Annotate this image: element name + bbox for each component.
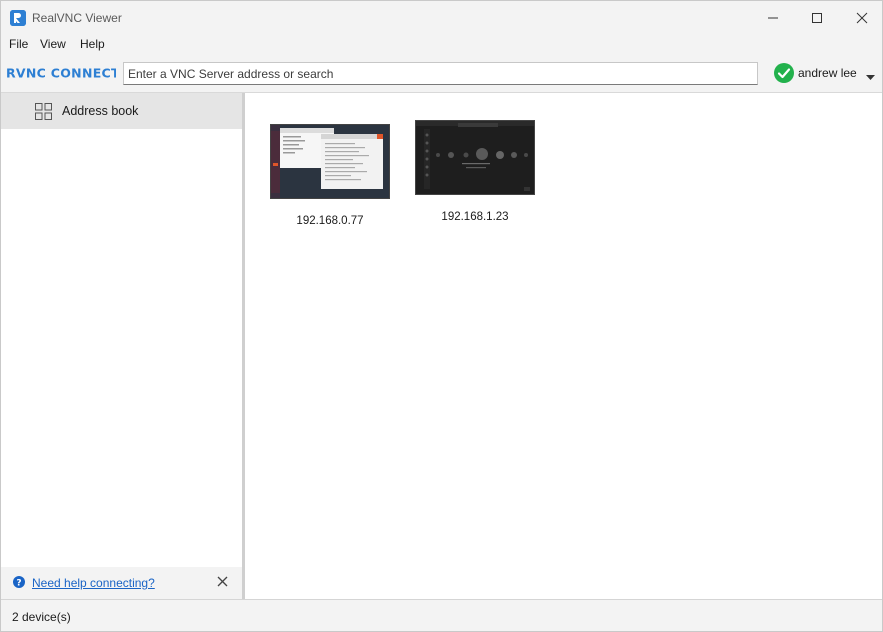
- help-connecting-link[interactable]: Need help connecting?: [32, 576, 155, 590]
- maximize-button[interactable]: [794, 1, 840, 34]
- realvnc-app-icon: [10, 10, 26, 26]
- app-window: RealVNC Viewer File View Help RVNC CONNE…: [0, 0, 883, 632]
- device-tile[interactable]: 192.168.1.23: [415, 120, 535, 223]
- grid-icon: [35, 103, 52, 123]
- menu-file[interactable]: File: [9, 37, 28, 51]
- menu-bar: File View Help: [1, 34, 882, 53]
- minimize-icon: [768, 17, 778, 18]
- sidebar: Address book ? Need help connecting?: [1, 93, 242, 599]
- window-title: RealVNC Viewer: [32, 11, 122, 25]
- toolbar: RVNC CONNECT andrew lee: [1, 53, 882, 93]
- sidebar-item-address-book[interactable]: Address book: [1, 93, 242, 129]
- close-icon: [217, 576, 228, 587]
- sidebar-item-label: Address book: [62, 104, 139, 118]
- menu-view[interactable]: View: [40, 37, 66, 51]
- status-bar: 2 device(s): [1, 599, 882, 631]
- user-name[interactable]: andrew lee: [798, 66, 857, 80]
- close-window-button[interactable]: [839, 1, 883, 34]
- device-tile[interactable]: 192.168.0.77: [270, 124, 390, 227]
- device-thumbnail: [415, 120, 535, 195]
- svg-text:?: ?: [16, 579, 21, 589]
- minimize-button[interactable]: [750, 1, 796, 34]
- rvnc-connect-logo: RVNC CONNECT: [6, 66, 120, 83]
- close-icon: [856, 12, 868, 23]
- title-bar: RealVNC Viewer: [1, 1, 882, 34]
- device-thumbnail: [270, 124, 390, 199]
- device-count: 2 device(s): [12, 610, 71, 624]
- device-grid: 192.168.0.77 192.168.1.23: [245, 93, 882, 599]
- question-icon: ?: [13, 576, 25, 591]
- maximize-icon: [812, 12, 822, 23]
- device-label: 192.168.0.77: [296, 215, 364, 227]
- search-input[interactable]: [123, 62, 758, 85]
- help-bar: ? Need help connecting?: [1, 567, 242, 599]
- signed-in-check-icon: [774, 63, 794, 86]
- close-help-button[interactable]: [217, 576, 228, 590]
- chevron-down-icon[interactable]: [866, 70, 875, 84]
- menu-help[interactable]: Help: [80, 37, 105, 51]
- logo-text: RVNC CONNECT: [6, 66, 116, 80]
- device-label: 192.168.1.23: [441, 211, 509, 223]
